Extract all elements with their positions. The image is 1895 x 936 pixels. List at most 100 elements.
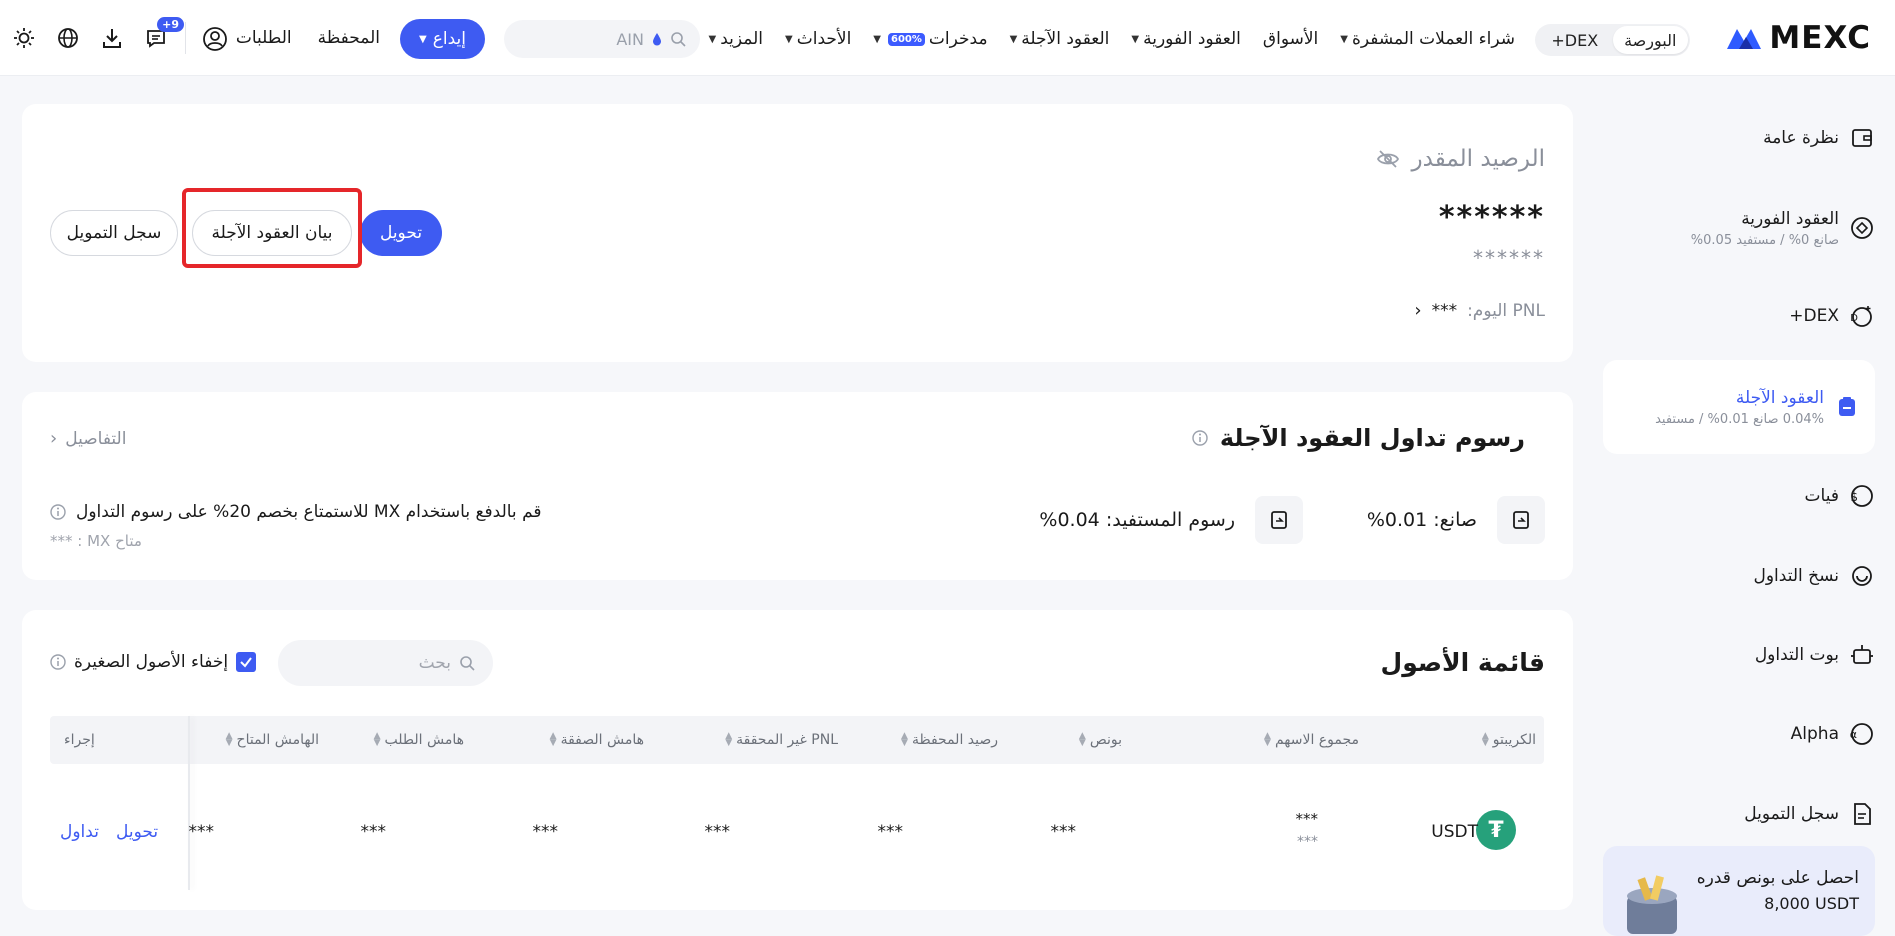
orders-link[interactable]: الطلبات <box>236 28 292 48</box>
mx-note-text: قم بالدفع باستخدام MX للاستمتاع بخصم 20%… <box>76 502 542 522</box>
sidebar-item-sub: 0.04% صانع 0.01% / مستفيد <box>1655 411 1824 427</box>
segment-dex[interactable]: DEX+ <box>1537 26 1613 54</box>
sidebar-item-label: DEX+ <box>1789 306 1839 326</box>
wallet-icon <box>1849 125 1875 151</box>
svg-text:D: D <box>1850 313 1858 324</box>
sort-icon: ▲ ▼ <box>725 731 733 748</box>
download-icon[interactable] <box>100 26 124 50</box>
menu-events[interactable]: الأحداث ▼ <box>785 29 851 49</box>
notification-badge: +9 <box>157 17 184 32</box>
cell-unrealized-pnl: *** <box>704 822 731 842</box>
col-equity[interactable]: مجموع الاسهم ▲ ▼ <box>1264 731 1359 749</box>
sidebar-item-dex[interactable]: D DEX+ <box>1605 296 1875 336</box>
segment-exchange[interactable]: البورصة <box>1612 26 1688 54</box>
funding-record-button[interactable]: سجل التمويل <box>50 210 178 256</box>
sort-icon: ▲ ▼ <box>1481 731 1489 748</box>
col-available-margin[interactable]: الهامش المتاح ▲ ▼ <box>226 732 319 749</box>
pnl-value: *** <box>1431 300 1458 321</box>
top-search-input[interactable]: AIN <box>504 20 700 58</box>
hide-small-assets[interactable]: إخفاء الأصول الصغيرة <box>50 652 257 672</box>
fiat-icon: $ <box>1849 483 1875 509</box>
sidebar-item-trading-bot[interactable]: بوت التداول <box>1605 635 1875 675</box>
info-icon[interactable] <box>1192 430 1208 446</box>
sidebar-item-label: Alpha <box>1790 724 1839 744</box>
cell-coin: USDT <box>1431 822 1478 842</box>
row-trade-link[interactable]: تداول <box>60 822 99 842</box>
assets-title: قائمة الأصول <box>1380 648 1545 677</box>
transfer-button[interactable]: تحويل <box>360 210 442 256</box>
details-link[interactable]: التفاصيل ‹ <box>50 428 126 449</box>
chevron-left-icon: ‹ <box>1414 300 1422 321</box>
sidebar-item-label: نسخ التداول <box>1753 566 1839 586</box>
menu-spot[interactable]: العقود الفورية ▼ <box>1131 29 1241 49</box>
svg-text:α: α <box>1850 728 1857 741</box>
col-bonus[interactable]: بونص ▲ ▼ <box>1079 732 1122 749</box>
sidebar-item-fiat[interactable]: $ فيات <box>1605 476 1875 516</box>
chevron-down-icon: ▼ <box>785 33 793 45</box>
alpha-icon: α <box>1849 721 1875 747</box>
menu-buy-crypto[interactable]: شراء العملات المشفرة ▼ <box>1340 29 1515 49</box>
col-position-margin[interactable]: هامش الصفقة ▲ ▼ <box>549 731 644 749</box>
sidebar-item-label: العقود الآجلة <box>1735 387 1824 408</box>
sort-icon: ▲ ▼ <box>549 731 557 748</box>
dex-icon: D <box>1849 303 1875 329</box>
row-transfer-link[interactable]: تحويل <box>116 822 158 842</box>
usdt-coin-icon: ₮ <box>1476 810 1516 850</box>
sidebar-item-alpha[interactable]: α Alpha <box>1605 714 1875 754</box>
sidebar-item-label: نظرة عامة <box>1763 128 1839 148</box>
chevron-down-icon: ▼ <box>1340 33 1348 45</box>
sidebar-item-label: فيات <box>1804 486 1839 506</box>
taker-fee-text: رسوم المستفيد: 0.04% <box>1039 509 1235 531</box>
mx-available: متاح MX : *** <box>50 532 142 550</box>
sidebar-item-copy-trade[interactable]: نسخ التداول <box>1605 556 1875 596</box>
user-avatar-icon[interactable] <box>202 26 228 52</box>
hide-small-checkbox[interactable] <box>236 652 257 672</box>
cell-equity-sub: *** <box>1297 834 1318 850</box>
col-action: إجراء <box>64 732 95 748</box>
deposit-button[interactable]: إيداع ▼ <box>400 19 485 59</box>
top-navbar: MEXC البورصة DEX+ شراء العملات المشفرة ▼ … <box>0 0 1895 76</box>
menu-futures[interactable]: العقود الآجلة ▼ <box>1010 29 1110 49</box>
sidebar-item-overview[interactable]: نظرة عامة <box>1605 118 1875 158</box>
sidebar-item-funding-record[interactable]: سجل التمويل <box>1605 794 1875 834</box>
menu-earn[interactable]: مدخرات 600% ▼ <box>873 29 987 49</box>
cell-bonus: *** <box>1050 822 1077 842</box>
balance-sub-value: ****** <box>1473 246 1545 270</box>
language-globe-icon[interactable] <box>56 26 80 50</box>
wallet-link[interactable]: المحفظة <box>318 28 380 48</box>
chevron-down-icon: ▼ <box>1131 33 1140 45</box>
funding-record-icon <box>1849 801 1875 827</box>
theme-toggle-icon[interactable] <box>12 26 36 50</box>
notification-icon[interactable]: +9 <box>144 17 184 50</box>
hide-small-label: إخفاء الأصول الصغيرة <box>74 652 229 672</box>
today-pnl[interactable]: PNL اليوم: *** ‹ <box>1414 300 1545 321</box>
menu-markets[interactable]: الأسواق <box>1263 29 1318 49</box>
col-unrealized-pnl[interactable]: PNL غير المحققة ▲ ▼ <box>725 731 838 749</box>
fee-doc-icon <box>1497 496 1545 544</box>
search-icon <box>671 32 686 47</box>
futures-fees-card: رسوم تداول العقود الآجلة التفاصيل ‹ صانع… <box>22 392 1573 580</box>
maker-fee-text: صانع: 0.01% <box>1366 509 1477 531</box>
sidebar-item-sub: صانع 0% / مستفيد 0.05% <box>1690 232 1839 248</box>
eye-hidden-icon[interactable] <box>1376 147 1400 171</box>
spot-icon <box>1849 215 1875 241</box>
sort-icon: ▲ ▼ <box>1264 731 1271 748</box>
divider <box>185 22 186 54</box>
mexc-logo[interactable]: MEXC <box>1725 20 1871 56</box>
col-wallet-balance[interactable]: رصيد المحفظة ▲ ▼ <box>901 732 998 749</box>
exchange-dex-toggle[interactable]: البورصة DEX+ <box>1535 24 1690 56</box>
info-icon[interactable] <box>50 504 66 520</box>
assets-search-input[interactable]: بحث <box>278 640 493 686</box>
col-order-margin[interactable]: هامش الطلب ▲ ▼ <box>374 732 464 749</box>
mexc-logo-icon <box>1727 29 1762 49</box>
search-placeholder: بحث <box>418 653 451 673</box>
sidebar-item-futures[interactable]: العقود الآجلة 0.04% صانع 0.01% / مستفيد <box>1603 360 1875 454</box>
col-crypto[interactable]: الكريبتو ▲ ▼ <box>1481 731 1536 749</box>
info-icon[interactable] <box>50 654 66 670</box>
deposit-label: إيداع <box>432 29 466 49</box>
balance-card: الرصيد المقدر ****** ****** PNL اليوم: *… <box>22 104 1573 362</box>
futures-statement-button[interactable]: بيان العقود الآجلة <box>192 210 352 256</box>
sidebar-item-spot[interactable]: العقود الفورية صانع 0% / مستفيد 0.05% <box>1605 200 1875 256</box>
menu-more[interactable]: المزيد ▼ <box>709 29 763 49</box>
bonus-promo-banner[interactable]: احصل على بونص قدره 8,000 USDT <box>1603 846 1875 936</box>
